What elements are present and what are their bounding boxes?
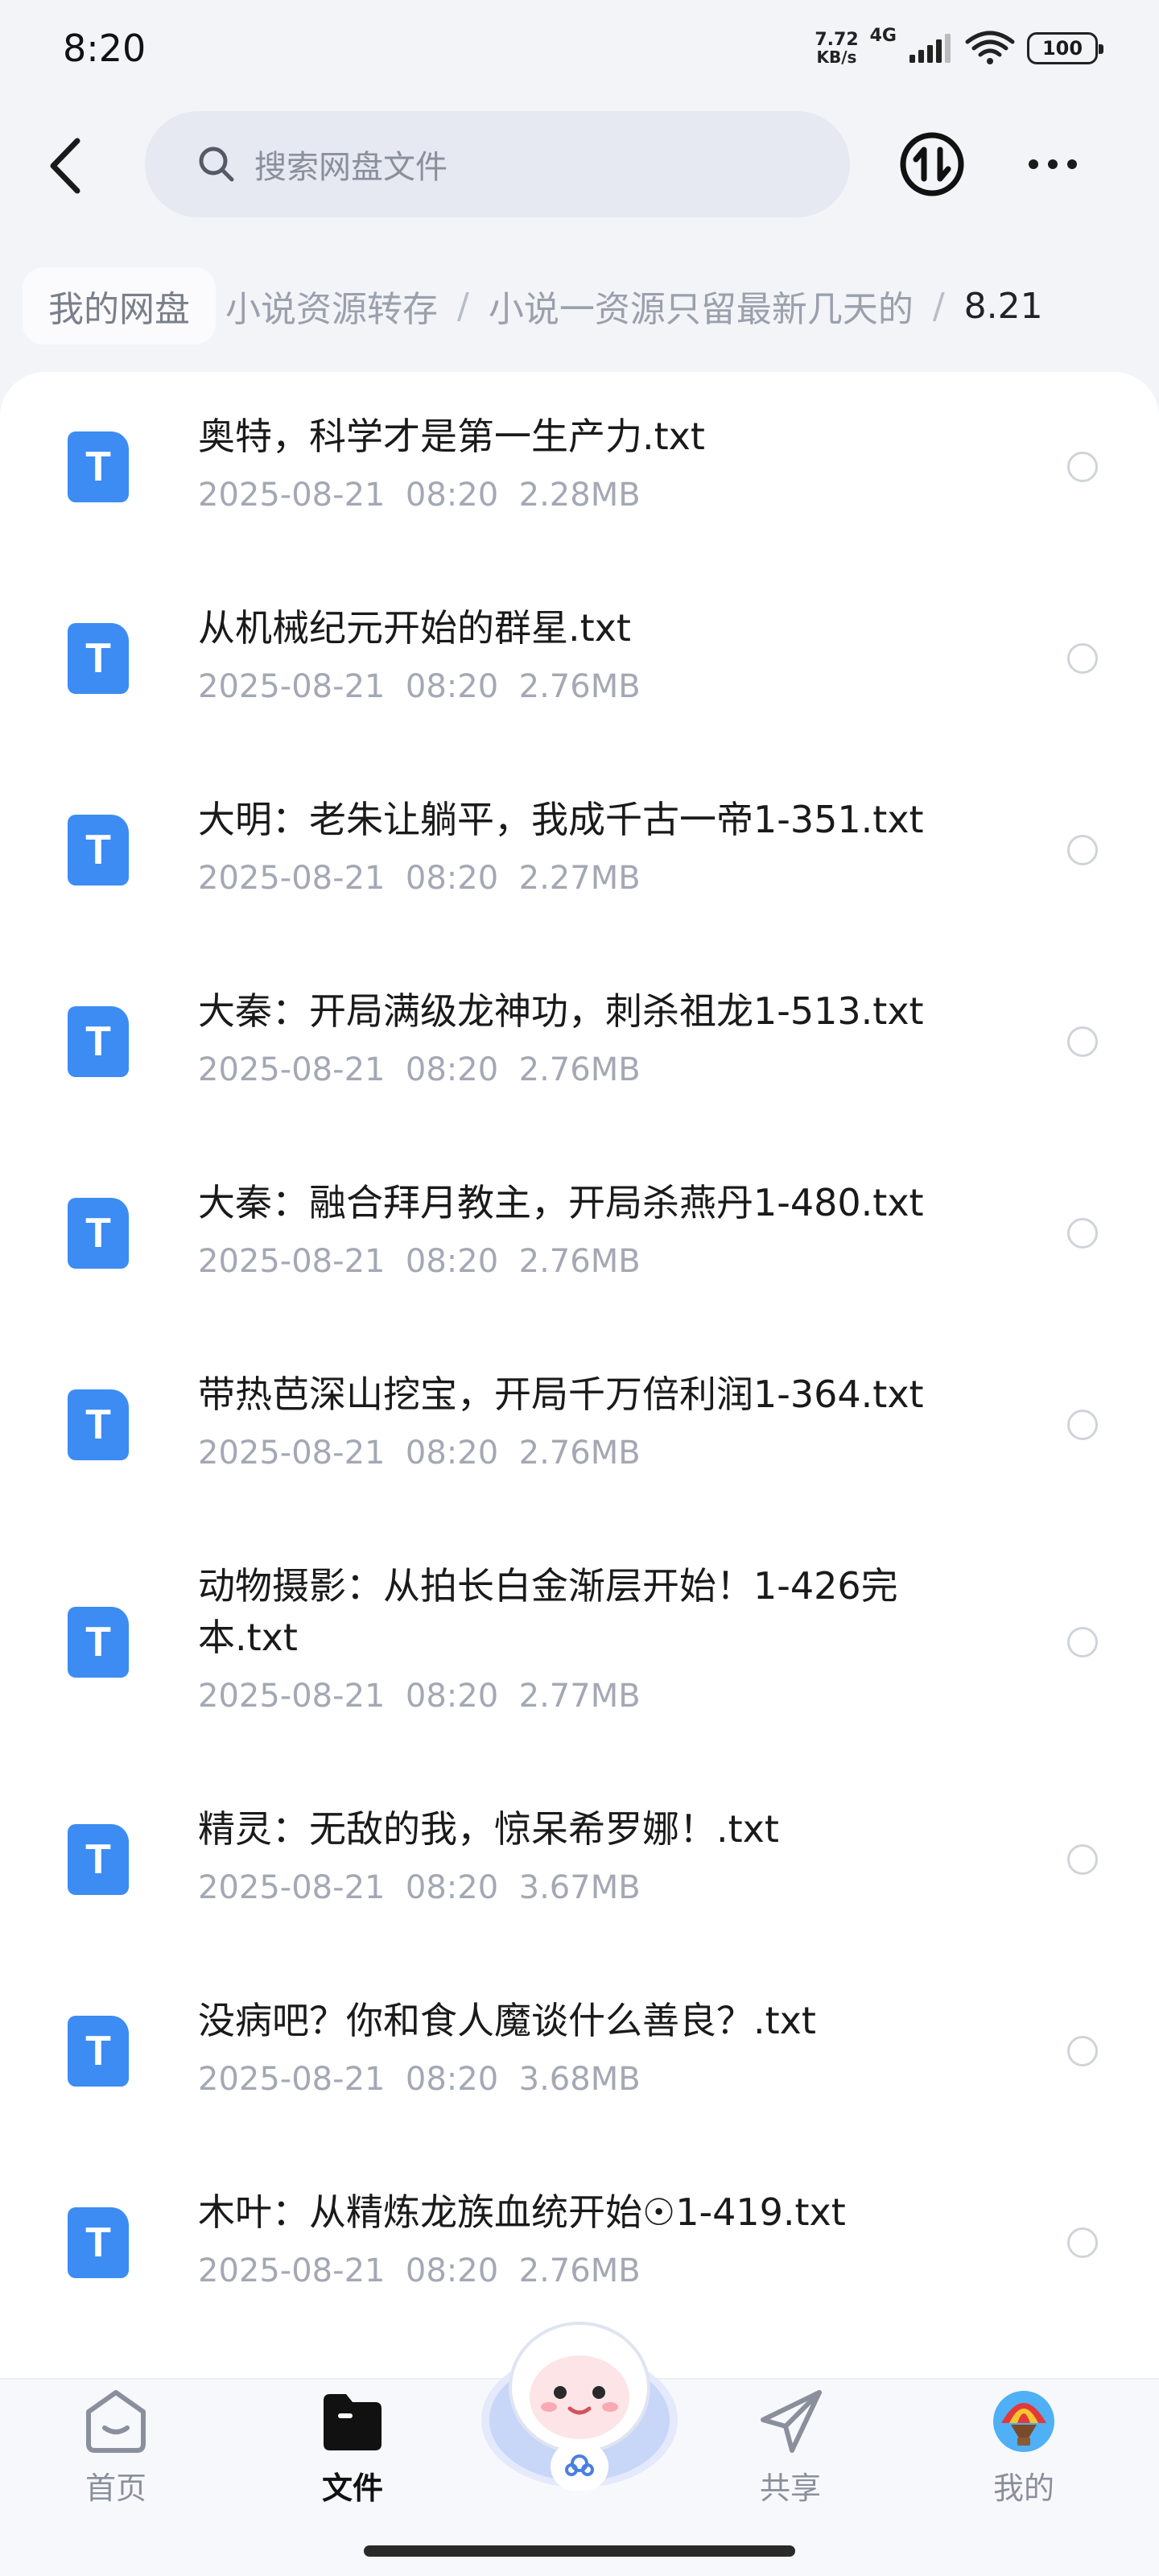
txt-file-icon: T: [68, 1006, 129, 1077]
file-row[interactable]: T 大秦：融合拜月教主，开局杀燕丹1-480.txt 2025-08-21 08…: [0, 1138, 1159, 1330]
status-bar: 8:20 7.72 KB/s 4G 100: [0, 0, 1159, 97]
status-icons: 7.72 KB/s 4G 100: [815, 26, 1103, 67]
select-radio[interactable]: [1067, 1844, 1098, 1875]
file-meta: 2025-08-21 08:20 2.27MB: [198, 860, 641, 897]
txt-file-icon: T: [68, 2207, 129, 2278]
file-name: 动物摄影：从拍长白金渐层开始！1-426完本.txt: [198, 1564, 898, 1659]
file-row[interactable]: T 没病吧？你和食人魔谈什么善良？.txt 2025-08-21 08:20 3…: [0, 1956, 1159, 2148]
file-meta: 2025-08-21 08:20 2.76MB: [198, 2252, 641, 2289]
transfer-button[interactable]: [898, 130, 966, 198]
mascot-button[interactable]: [476, 2299, 683, 2505]
file-list: T 奥特，科学才是第一生产力.txt 2025-08-21 08:20 2.28…: [0, 372, 1159, 2381]
file-name: 奥特，科学才是第一生产力.txt: [198, 415, 705, 458]
nav-files[interactable]: 文件: [288, 2388, 417, 2524]
nav-mine[interactable]: 我的: [959, 2388, 1088, 2524]
home-indicator[interactable]: [364, 2545, 795, 2557]
net-speed-unit: KB/s: [816, 47, 857, 67]
chevron-left-icon: [50, 138, 80, 194]
file-meta: 2025-08-21 08:20 3.67MB: [198, 1869, 641, 1906]
select-radio[interactable]: [1067, 835, 1098, 865]
file-meta: 2025-08-21 08:20 3.68MB: [198, 2061, 641, 2098]
file-row[interactable]: T 带热芭深山挖宝，开局千万倍利润1-364.txt 2025-08-21 08…: [0, 1330, 1159, 1521]
wifi-icon: [965, 31, 1015, 64]
select-radio[interactable]: [1067, 1218, 1098, 1249]
header: 搜索网盘文件: [0, 105, 1159, 225]
transfer-icon: [900, 132, 964, 196]
txt-file-icon: T: [68, 431, 129, 502]
file-name: 木叶：从精炼龙族血统开始☉1-419.txt: [198, 2190, 846, 2234]
file-meta: 2025-08-21 08:20 2.28MB: [198, 477, 641, 514]
txt-file-icon: T: [68, 1824, 129, 1895]
network-type: 4G: [869, 26, 897, 46]
txt-file-icon: T: [68, 1389, 129, 1460]
file-meta: 2025-08-21 08:20 2.76MB: [198, 1435, 641, 1472]
breadcrumb-item[interactable]: 小说资源转存: [216, 280, 448, 332]
battery-indicator: 100: [1027, 32, 1103, 64]
file-row[interactable]: T 奥特，科学才是第一生产力.txt 2025-08-21 08:20 2.28…: [0, 372, 1159, 564]
more-dot: [1048, 159, 1058, 169]
file-meta: 2025-08-21 08:20 2.76MB: [198, 668, 641, 705]
mascot-icon: [481, 2322, 678, 2491]
avatar: [993, 2391, 1054, 2452]
file-name: 带热芭深山挖宝，开局千万倍利润1-364.txt: [198, 1373, 924, 1416]
net-speed: 7.72 KB/s: [815, 30, 859, 67]
more-dot: [1029, 159, 1038, 169]
breadcrumb-item[interactable]: 小说一资源只留最新几天的: [479, 280, 923, 332]
nav-home-label: 首页: [85, 2471, 146, 2506]
nav-files-label: 文件: [321, 2471, 383, 2506]
nav-share[interactable]: 共享: [726, 2388, 855, 2524]
breadcrumb-current: 8.21: [963, 285, 1043, 327]
file-meta: 2025-08-21 08:20 2.76MB: [198, 1243, 641, 1280]
search-input[interactable]: 搜索网盘文件: [145, 111, 850, 217]
file-name: 大秦：开局满级龙神功，刺杀祖龙1-513.txt: [198, 989, 924, 1033]
file-row[interactable]: T 从机械纪元开始的群星.txt 2025-08-21 08:20 2.76MB: [0, 564, 1159, 755]
breadcrumb-separator: /: [932, 285, 945, 327]
nav-mine-label: 我的: [992, 2471, 1054, 2506]
more-dot: [1067, 159, 1077, 169]
txt-file-icon: T: [68, 815, 129, 886]
home-face-icon: [86, 2390, 146, 2453]
file-name: 从机械纪元开始的群星.txt: [198, 606, 631, 650]
search-placeholder: 搜索网盘文件: [254, 149, 448, 186]
more-button[interactable]: [1019, 140, 1087, 188]
back-button[interactable]: [39, 134, 90, 198]
paper-plane-icon: [761, 2390, 822, 2453]
txt-file-icon: T: [68, 1607, 129, 1678]
txt-file-icon: T: [68, 2016, 129, 2087]
signal-icon: [909, 34, 951, 63]
folder-icon: [324, 2394, 382, 2450]
file-name: 没病吧？你和食人魔谈什么善良？.txt: [198, 1999, 816, 2042]
select-radio[interactable]: [1067, 1410, 1098, 1440]
file-name: 精灵：无敌的我，惊呆希罗娜！.txt: [198, 1807, 779, 1851]
file-meta: 2025-08-21 08:20 2.77MB: [198, 1678, 641, 1715]
net-speed-value: 7.72: [815, 30, 859, 50]
file-meta: 2025-08-21 08:20 2.76MB: [198, 1051, 641, 1088]
select-radio[interactable]: [1067, 1026, 1098, 1057]
file-row[interactable]: T 精灵：无敌的我，惊呆希罗娜！.txt 2025-08-21 08:20 3.…: [0, 1765, 1159, 1956]
file-name: 大明：老朱让躺平，我成千古一帝1-351.txt: [198, 798, 924, 841]
select-radio[interactable]: [1067, 2227, 1098, 2258]
nav-share-label: 共享: [759, 2471, 821, 2506]
nav-home[interactable]: 首页: [52, 2388, 180, 2524]
status-time: 8:20: [63, 27, 146, 70]
breadcrumb-root[interactable]: 我的网盘: [23, 267, 216, 345]
select-radio[interactable]: [1067, 2036, 1098, 2066]
battery-level: 100: [1041, 37, 1083, 60]
file-row[interactable]: T 动物摄影：从拍长白金渐层开始！1-426完本.txt 2025-08-21 …: [0, 1521, 1159, 1765]
select-radio[interactable]: [1067, 643, 1098, 674]
file-row[interactable]: T 大明：老朱让躺平，我成千古一帝1-351.txt 2025-08-21 08…: [0, 755, 1159, 947]
breadcrumb-separator: /: [457, 285, 469, 327]
breadcrumb: 我的网盘 小说资源转存 / 小说一资源只留最新几天的 / 8.21: [0, 266, 1159, 346]
txt-file-icon: T: [68, 623, 129, 694]
file-row[interactable]: T 大秦：开局满级龙神功，刺杀祖龙1-513.txt 2025-08-21 08…: [0, 947, 1159, 1138]
search-icon: [199, 147, 234, 182]
select-radio[interactable]: [1067, 452, 1098, 482]
file-name: 大秦：融合拜月教主，开局杀燕丹1-480.txt: [198, 1181, 924, 1224]
txt-file-icon: T: [68, 1198, 129, 1269]
select-radio[interactable]: [1067, 1627, 1098, 1657]
